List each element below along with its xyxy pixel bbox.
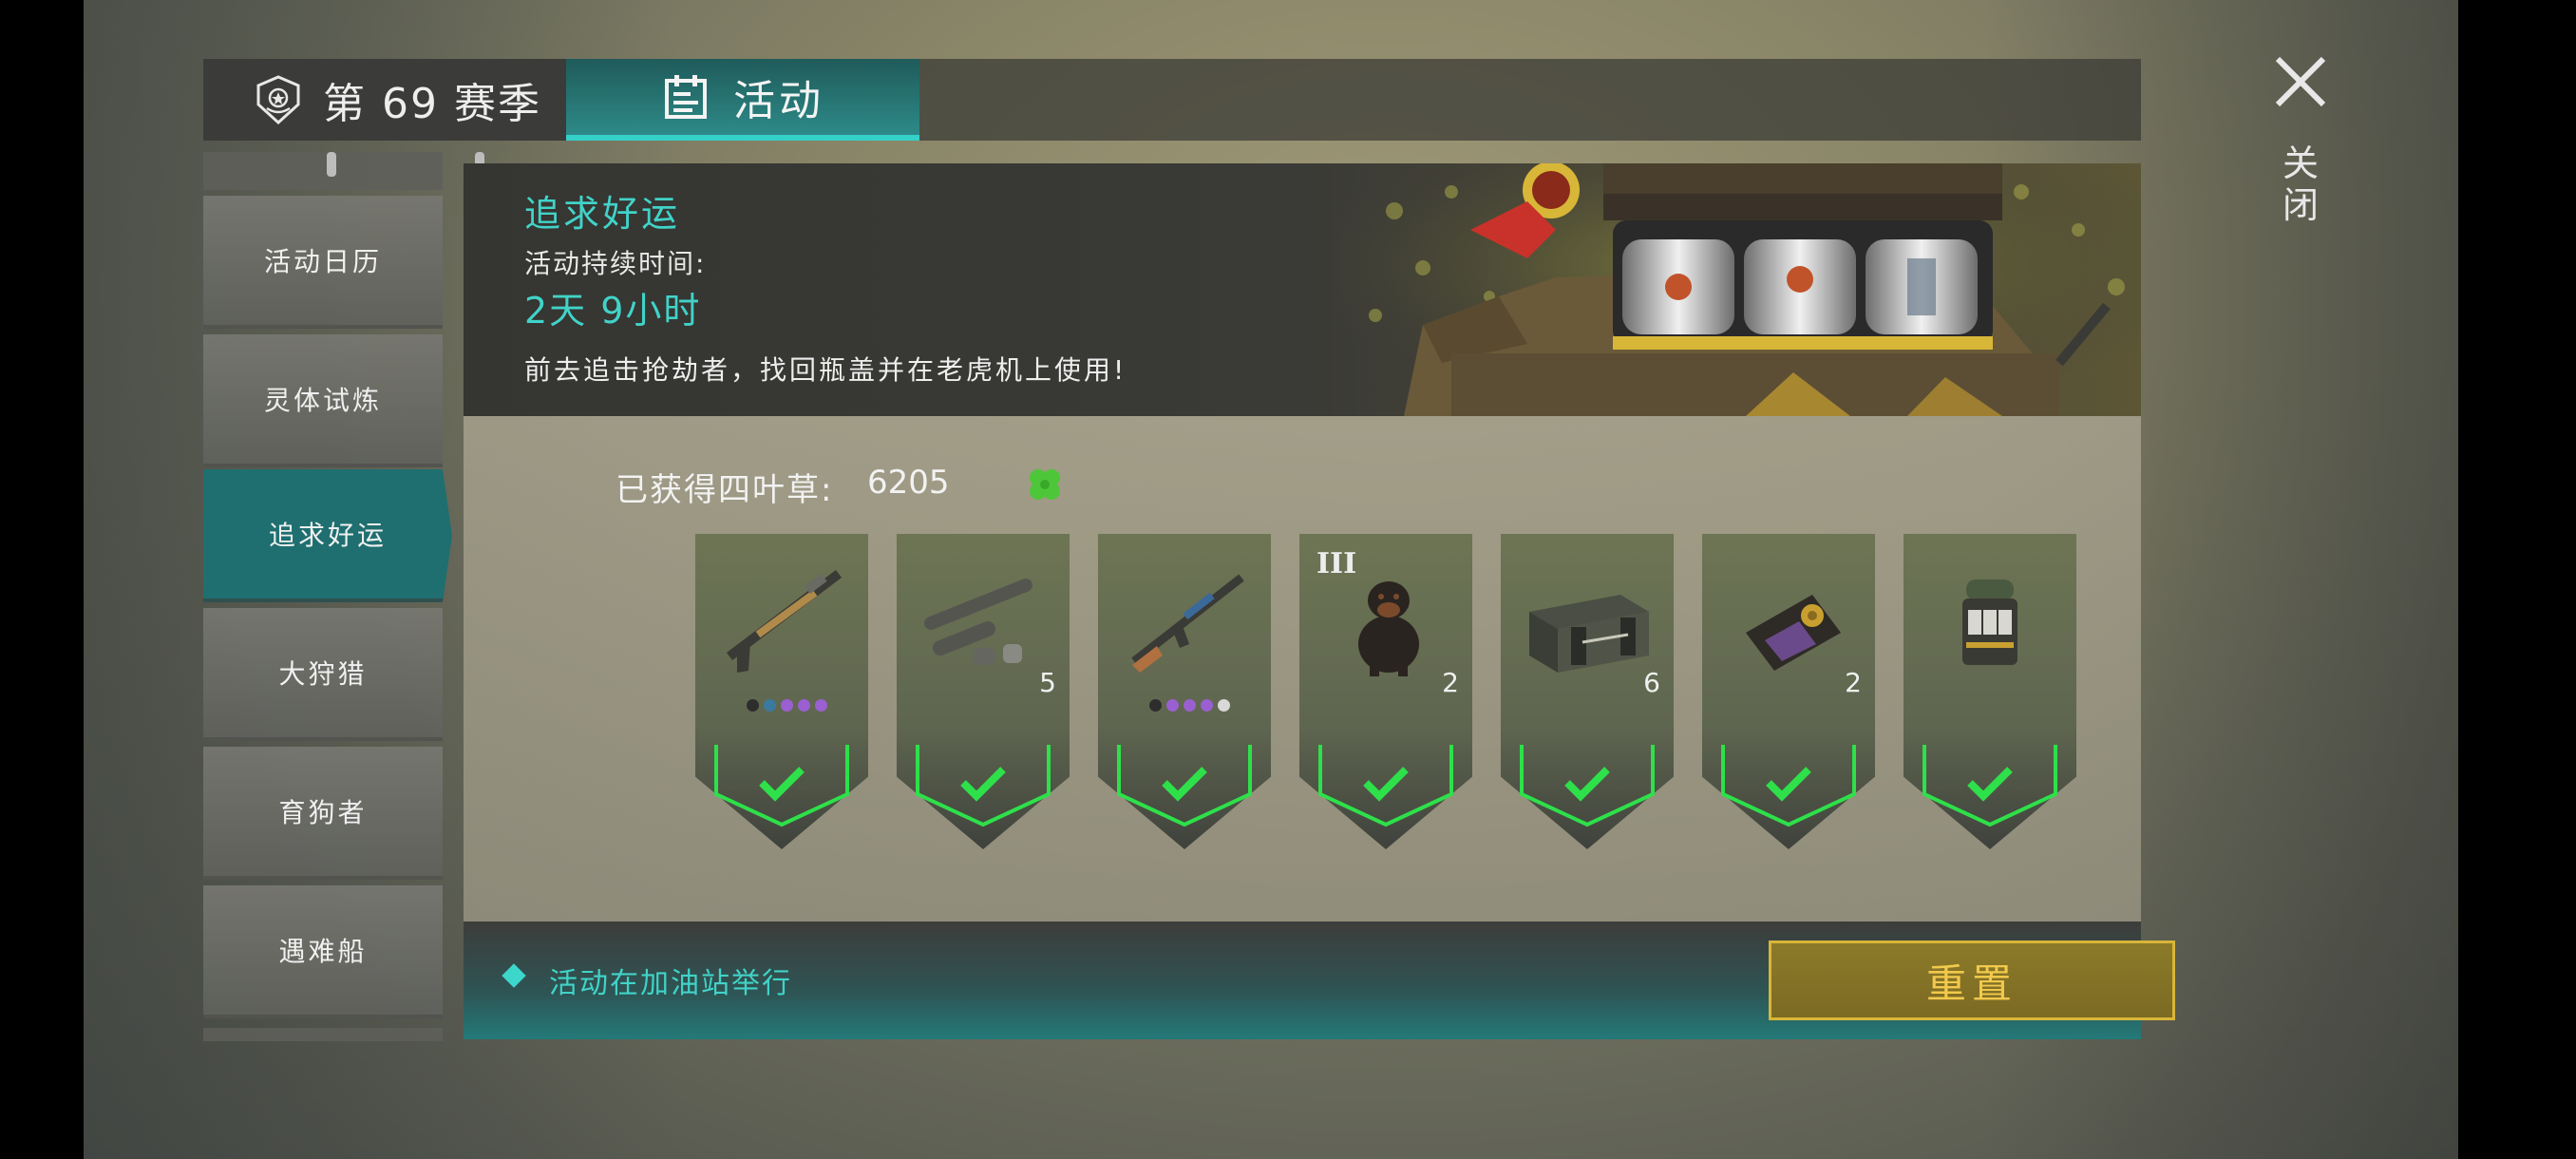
calendar-icon (665, 75, 707, 119)
duration-value: 2天 9小时 (524, 290, 702, 332)
sidebar-item-dog-breeder[interactable]: 育狗者 (203, 747, 443, 880)
rarity-dots (747, 699, 827, 712)
sidebar-item-label: 灵体试炼 (263, 385, 382, 416)
sidebar-item-label: 活动日历 (263, 246, 382, 277)
reward-slot[interactable]: 2 (1702, 534, 1875, 849)
four-leaf-clover-icon (1030, 469, 1060, 500)
clover-count: 6205 (867, 464, 950, 502)
police-badge-wallet-icon (1746, 595, 1841, 671)
claimed-check-icon (1721, 745, 1856, 827)
reward-count: 5 (1039, 667, 1056, 698)
sidebar-item-label: 遇难船 (278, 936, 368, 967)
close-icon[interactable] (2272, 53, 2329, 110)
rarity-dot (1149, 699, 1162, 712)
season-label: 第 69 赛季 (323, 80, 541, 128)
rarity-dot (798, 699, 810, 712)
rarity-dot (1218, 699, 1230, 712)
claimed-check-icon (1923, 745, 2057, 827)
scroll-knob-left (327, 152, 336, 177)
claimed-check-icon (1318, 745, 1453, 827)
slot-machine-truck-art (1337, 163, 2141, 416)
rottweiler-icon (1358, 581, 1419, 676)
shotgun-icon (726, 570, 843, 673)
sidebar-item-label: 育狗者 (278, 797, 368, 828)
slot-machine-icon (1962, 580, 2017, 665)
claimed-check-icon (1520, 745, 1655, 827)
sidebar-top-stub (203, 152, 443, 190)
season-shield-icon (256, 75, 300, 125)
reward-slot[interactable] (1098, 534, 1271, 849)
reward-slot[interactable]: 6 (1501, 534, 1674, 849)
weapon-crate-icon (1529, 595, 1649, 673)
rarity-dots (1149, 699, 1230, 712)
diamond-icon (502, 963, 526, 988)
rarity-dot (1184, 699, 1196, 712)
reward-slot[interactable] (695, 534, 868, 849)
event-footer: 活动在加油站举行 重置 (464, 922, 2175, 1039)
reward-count: 2 (1442, 667, 1459, 698)
event-description: 前去追击抢劫者，找回瓶盖并在老虎机上使用! (524, 354, 1127, 386)
claimed-check-icon (714, 745, 849, 827)
event-banner: 追求好运 活动持续时间: 2天 9小时 前去追击抢劫者，找回瓶盖并在老虎机上使用… (464, 163, 2141, 416)
close-label-text: 关闭 (2282, 142, 2319, 226)
claimed-check-icon (1117, 745, 1252, 827)
assault-rifle-icon (1131, 574, 1244, 673)
rarity-dot (1166, 699, 1179, 712)
sidebar-item-calendar[interactable]: 活动日历 (203, 196, 443, 329)
rarity-dot (781, 699, 793, 712)
reset-button[interactable]: 重置 (1769, 940, 2175, 1020)
reward-slot[interactable]: III 2 (1299, 534, 1472, 849)
events-label: 活动 (733, 77, 824, 125)
rarity-dot (1201, 699, 1213, 712)
close-label[interactable]: 关闭 (2280, 142, 2321, 226)
sidebar-item-shipwreck[interactable]: 遇难船 (203, 885, 443, 1018)
reward-slot[interactable]: 5 (897, 534, 1070, 849)
claimed-check-icon (916, 745, 1051, 827)
launcher-parts-icon (924, 579, 1032, 665)
tab-season[interactable]: 第 69 赛季 (203, 59, 566, 141)
clover-label: 已获得四叶草: (616, 471, 834, 509)
rarity-dot (764, 699, 776, 712)
event-title: 追求好运 (524, 193, 681, 235)
sidebar-item-spirit-trial[interactable]: 灵体试炼 (203, 334, 443, 467)
rarity-dot (747, 699, 759, 712)
reset-button-label: 重置 (1925, 960, 2017, 1007)
reward-count: 2 (1845, 667, 1862, 698)
sidebar-item-label: 追求好运 (268, 520, 387, 551)
reward-slot[interactable] (1904, 534, 2076, 849)
sidebar-item-big-hunt[interactable]: 大狩猎 (203, 608, 443, 741)
rewards-panel: 已获得四叶草: 6205 5 III 2 6 2 (464, 416, 2141, 922)
tab-events[interactable]: 活动 (566, 59, 919, 141)
rarity-dot (815, 699, 827, 712)
sidebar-item-label: 大狩猎 (278, 658, 368, 690)
sidebar-bottom-stub (203, 1028, 443, 1041)
sidebar-item-chasing-luck[interactable]: 追求好运 (203, 469, 452, 602)
reward-count: 6 (1643, 667, 1660, 698)
duration-label: 活动持续时间: (524, 248, 707, 279)
event-location-info: 活动在加油站举行 (549, 967, 792, 1000)
